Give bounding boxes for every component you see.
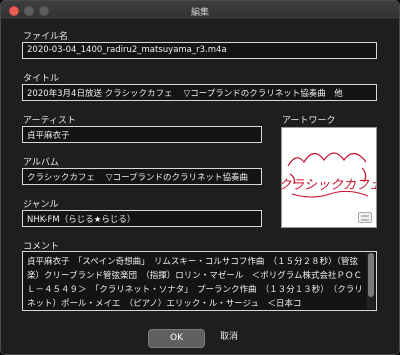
comment-textarea[interactable]: 貞平麻衣子 「スペイン奇想曲」 リムスキー・コルサコフ作曲 （１５分２８秒）（管… — [22, 251, 377, 311]
artist-label: アーティスト — [23, 116, 76, 126]
album-field[interactable]: クラシックカフェ ▽コープランドのクラリネット協奏曲 — [22, 168, 262, 185]
album-label: アルバム — [23, 158, 59, 168]
comment-scroll-thumb[interactable] — [368, 253, 374, 297]
artwork-logo-text: クラシックカフェ — [282, 178, 377, 193]
comment-scrollbar[interactable] — [367, 253, 375, 309]
title-field[interactable]: 2020年3月4日放送 クラシックカフェ ▽コープランドのクラリネット協奏曲 他 — [22, 84, 377, 101]
title-label: タイトル — [23, 74, 60, 84]
genre-label: ジャンル — [23, 200, 59, 210]
comment-text: 貞平麻衣子 「スペイン奇想曲」 リムスキー・コルサコフ作曲 （１５分２８秒）（管… — [27, 257, 363, 309]
artwork-label: アートワーク — [282, 116, 336, 126]
genre-field[interactable]: NHK-FM（らじる★らじる） — [22, 210, 262, 227]
cancel-button[interactable]: 取消 — [209, 329, 249, 348]
ok-button[interactable]: OK — [148, 329, 205, 348]
artist-field[interactable]: 貞平麻衣子 — [22, 126, 262, 143]
artwork-badge-icon — [358, 212, 372, 223]
window-title: 編集 — [190, 8, 209, 18]
filename-field[interactable]: 2020-03-04_1400_radiru2_matsuyama_r3.m4a — [22, 42, 377, 59]
artwork-image[interactable]: クラシックカフェ — [281, 127, 377, 228]
edit-dialog: 編集 ファイル名 2020-03-04_1400_radiru2_matsuya… — [0, 0, 400, 355]
filename-label: ファイル名 — [23, 32, 69, 42]
title-bar[interactable]: 編集 — [1, 1, 399, 20]
